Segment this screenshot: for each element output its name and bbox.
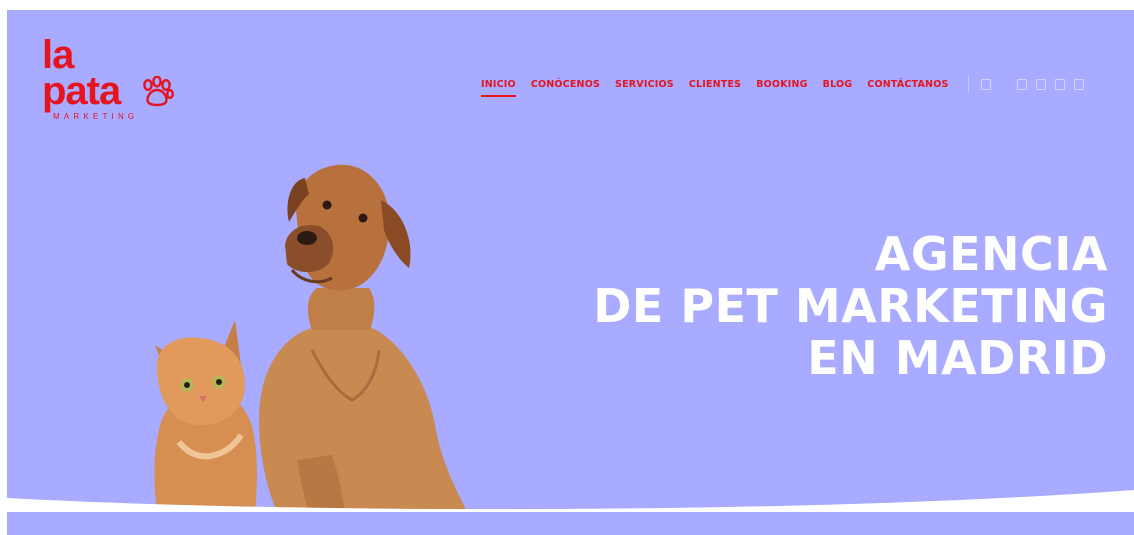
paw-icon [143,76,174,107]
nav-item-servicios[interactable]: SERVICIOS [615,79,674,90]
hero-section: la pata MARKETING INICIO CONÓCENOS SERVI… [7,10,1134,510]
headline-line-2: DE PET MARKETING [593,279,1108,333]
logo-subtitle: MARKETING [53,112,139,121]
headline-line-1: AGENCIA [874,227,1108,281]
hero-headline: AGENCIA DE PET MARKETING EN MADRID [593,228,1108,384]
hero-wave-divider [7,490,1134,510]
nav-item-contactanos[interactable]: CONTÁCTANOS [867,79,948,90]
nav-item-booking[interactable]: BOOKING [756,79,807,90]
twitter-icon[interactable] [1073,78,1084,90]
search-icon[interactable] [980,78,991,90]
nav-item-conocenos[interactable]: CONÓCENOS [531,79,600,90]
cat-image [154,320,257,510]
linkedin-icon[interactable] [1035,78,1046,90]
dog-image [259,164,467,510]
nav-divider [967,75,969,93]
nav-item-blog[interactable]: BLOG [823,79,853,90]
instagram-icon[interactable] [1054,78,1065,90]
nav-item-inicio[interactable]: INICIO [481,79,516,97]
social-links [980,78,1093,90]
headline-line-3: EN MADRID [807,331,1108,385]
next-section-band [7,512,1134,535]
nav-item-clientes[interactable]: CLIENTES [689,79,741,90]
facebook-icon[interactable] [1016,78,1027,90]
site-logo[interactable]: la pata MARKETING [42,33,182,128]
main-navigation: INICIO CONÓCENOS SERVICIOS CLIENTES BOOK… [481,74,1093,97]
logo-text-pata: pata [42,69,121,113]
logo-text-la: la [42,33,74,77]
pets-illustration [154,164,467,510]
